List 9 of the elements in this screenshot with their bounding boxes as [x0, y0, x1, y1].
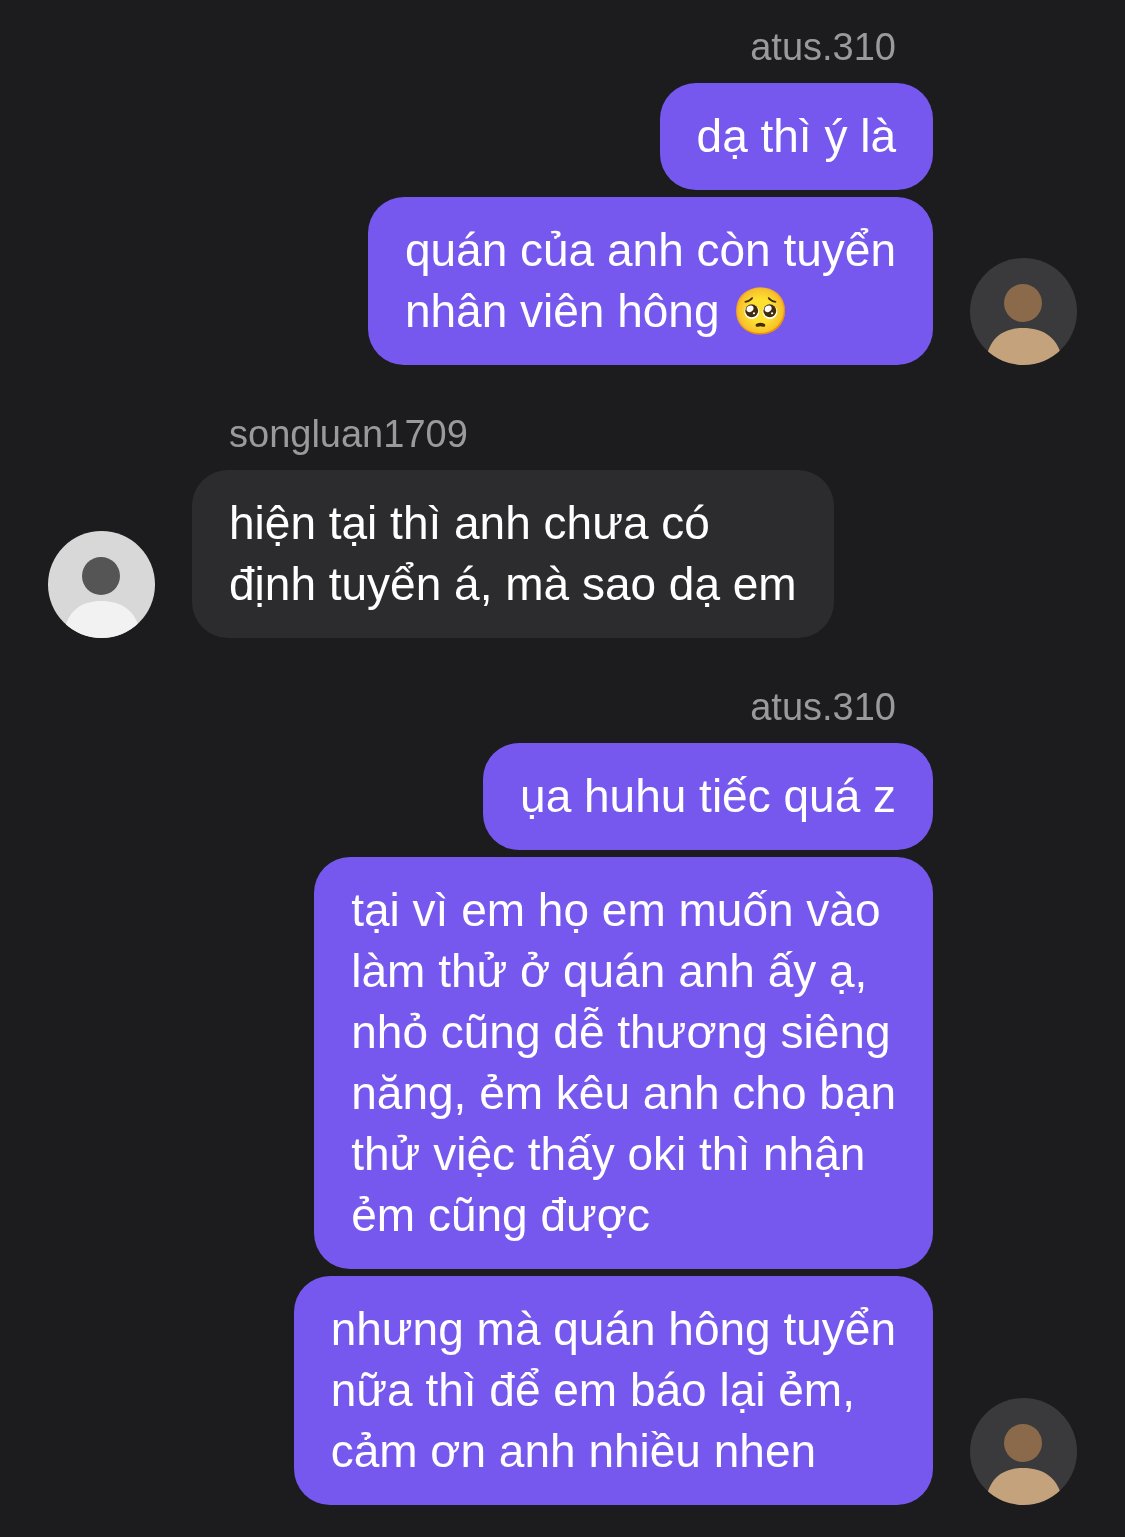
message-bubble: quán của anh còn tuyển nhân viên hông 🥺 [367, 197, 933, 365]
message-bubble: dạ thì ý là [659, 83, 933, 190]
sender-name: atus.310 [749, 685, 897, 730]
message-bubble: tại vì em họ em muốn vào làm thử ở quán anh ấy ạ, nhỏ cũng dễ thương siêng năng, ẻm kêu anh cho bạn thử việc thấy oki thì nhận ẻm cũng được [314, 857, 933, 1269]
message-bubble: nhưng mà quán hông tuyển nữa thì để em báo lại ẻm, cảm ơn anh nhiều nhen [293, 1276, 933, 1505]
message-bubble: ụa huhu tiếc quá z [483, 743, 933, 850]
message-bubble: hiện tại thì anh chưa có định tuyển á, mà sao dạ em [192, 470, 834, 638]
sender-name: atus.310 [749, 25, 897, 70]
sender-name: songluan1709 [228, 412, 469, 457]
